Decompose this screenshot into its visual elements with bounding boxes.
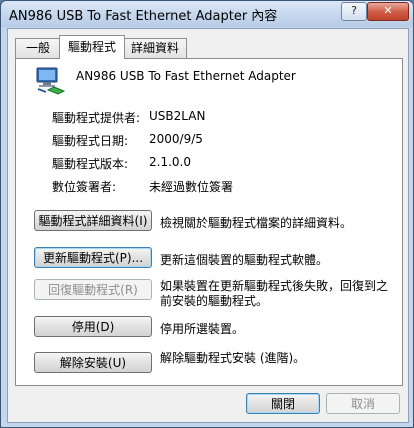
disable-desc: 停用所選裝置。 bbox=[160, 322, 245, 336]
tab-details[interactable]: 詳細資料 bbox=[123, 38, 187, 58]
network-adapter-icon bbox=[34, 65, 68, 95]
signer-label: 數位簽署者: bbox=[52, 180, 117, 194]
cancel-button[interactable]: 取消 bbox=[326, 393, 400, 414]
tab-general[interactable]: 一般 bbox=[15, 38, 61, 58]
uninstall-desc: 解除驅動程式安裝 (進階)。 bbox=[160, 351, 306, 365]
device-name: AN986 USB To Fast Ethernet Adapter bbox=[76, 69, 296, 83]
properties-dialog: AN986 USB To Fast Ethernet Adapter 內容 ? … bbox=[0, 0, 414, 428]
close-dialog-button[interactable]: 關閉 bbox=[246, 393, 320, 414]
window-title: AN986 USB To Fast Ethernet Adapter 內容 bbox=[9, 9, 278, 24]
disable-button[interactable]: 停用(D) bbox=[34, 316, 152, 337]
provider-label: 驅動程式提供者: bbox=[52, 111, 141, 125]
date-label: 驅動程式日期: bbox=[52, 134, 129, 148]
date-value: 2000/9/5 bbox=[149, 132, 203, 146]
driver-details-button[interactable]: 驅動程式詳細資料(I) bbox=[34, 210, 152, 231]
title-bar[interactable]: AN986 USB To Fast Ethernet Adapter 內容 ? … bbox=[1, 1, 413, 27]
driver-tab-panel: AN986 USB To Fast Ethernet Adapter 驅動程式提… bbox=[15, 58, 403, 386]
provider-value: USB2LAN bbox=[149, 109, 206, 123]
help-button[interactable]: ? bbox=[341, 2, 367, 21]
signer-value: 未經過數位簽署 bbox=[149, 180, 234, 194]
version-value: 2.1.0.0 bbox=[149, 155, 191, 169]
uninstall-button[interactable]: 解除安裝(U) bbox=[34, 352, 152, 373]
update-driver-desc: 更新這個裝置的驅動程式軟體。 bbox=[160, 253, 329, 267]
rollback-driver-button[interactable]: 回復驅動程式(R) bbox=[34, 279, 152, 300]
close-button[interactable]: ✕ bbox=[367, 2, 409, 21]
tab-driver[interactable]: 驅動程式 bbox=[59, 35, 125, 59]
rollback-driver-desc-2: 前安裝的驅動程式。 bbox=[160, 294, 269, 308]
dialog-body: 一般 驅動程式 詳細資料 AN986 USB To Fast Ethernet … bbox=[7, 28, 409, 423]
update-driver-button[interactable]: 更新驅動程式(P)... bbox=[34, 247, 152, 268]
version-label: 驅動程式版本: bbox=[52, 157, 129, 171]
driver-details-desc: 檢視關於驅動程式檔案的詳細資料。 bbox=[160, 216, 353, 230]
